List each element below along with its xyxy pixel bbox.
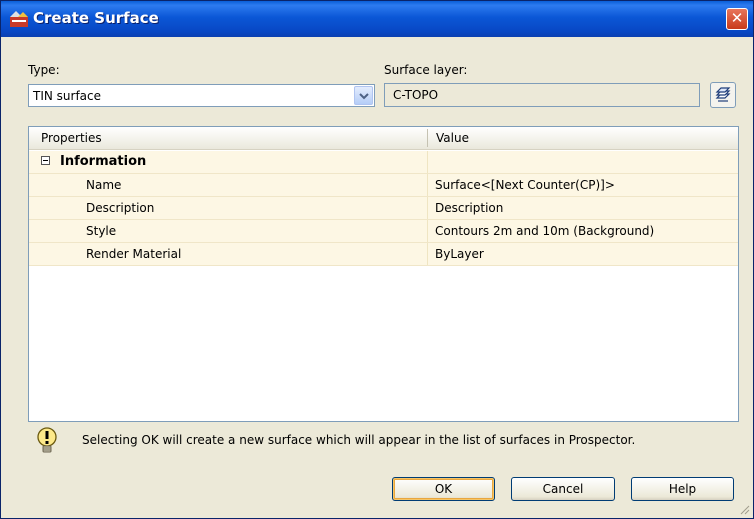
category-row-information[interactable]: Information xyxy=(29,151,738,174)
resize-grip-icon[interactable] xyxy=(738,503,750,515)
chevron-down-icon xyxy=(359,93,369,100)
property-row-render-material[interactable]: Render Material ByLayer xyxy=(29,243,738,266)
app-icon xyxy=(10,11,28,27)
property-value[interactable]: Contours 2m and 10m (Background) xyxy=(435,224,654,238)
cell-divider xyxy=(427,151,428,173)
title-bar[interactable]: Create Surface ✕ xyxy=(1,1,753,37)
lightbulb-icon xyxy=(37,427,57,453)
cell-divider xyxy=(427,220,428,242)
close-button[interactable]: ✕ xyxy=(726,8,748,30)
property-name: Name xyxy=(86,178,122,192)
property-name: Description xyxy=(86,201,155,215)
create-surface-dialog: Create Surface ✕ Type: TIN surface Surfa… xyxy=(0,0,754,519)
type-combobox[interactable]: TIN surface xyxy=(28,84,375,107)
cell-divider xyxy=(427,174,428,196)
surface-layer-label: Surface layer: xyxy=(384,63,468,77)
value-column-header[interactable]: Value xyxy=(436,131,469,145)
property-value[interactable]: Description xyxy=(435,201,503,215)
ok-button[interactable]: OK xyxy=(392,477,495,501)
property-name: Style xyxy=(86,224,117,238)
category-label: Information xyxy=(60,154,147,169)
collapse-icon[interactable] xyxy=(41,156,50,165)
surface-layer-field: C-TOPO xyxy=(384,83,700,107)
close-icon: ✕ xyxy=(730,9,744,27)
grid-header: Properties Value xyxy=(29,127,738,150)
cell-divider xyxy=(427,243,428,265)
property-row-style[interactable]: Style Contours 2m and 10m (Background) xyxy=(29,220,738,243)
layers-icon xyxy=(715,87,731,102)
property-name: Render Material xyxy=(86,247,182,261)
property-value[interactable]: ByLayer xyxy=(435,247,484,261)
type-dropdown-button[interactable] xyxy=(354,86,373,105)
select-layer-button[interactable] xyxy=(710,82,736,108)
property-value[interactable]: Surface<[Next Counter(CP)]> xyxy=(435,178,615,192)
property-row-name[interactable]: Name Surface<[Next Counter(CP)]> xyxy=(29,174,738,197)
info-message: Selecting OK will create a new surface w… xyxy=(82,433,636,447)
window-title: Create Surface xyxy=(33,9,159,27)
type-label: Type: xyxy=(28,63,60,77)
column-separator[interactable] xyxy=(427,129,428,147)
cell-divider xyxy=(427,197,428,219)
cancel-button[interactable]: Cancel xyxy=(511,477,615,501)
help-button[interactable]: Help xyxy=(631,477,734,501)
type-value: TIN surface xyxy=(33,89,102,103)
surface-layer-value: C-TOPO xyxy=(393,88,439,102)
properties-column-header[interactable]: Properties xyxy=(41,131,102,145)
property-row-description[interactable]: Description Description xyxy=(29,197,738,220)
properties-grid: Properties Value Information Name Surfac… xyxy=(28,126,739,422)
